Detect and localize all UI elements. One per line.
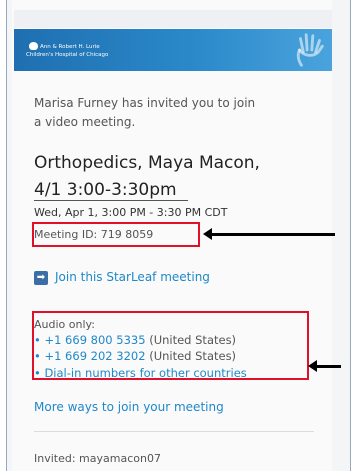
meeting-id-highlight bbox=[32, 222, 200, 247]
invite-text-line2: a video meeting. bbox=[34, 115, 136, 129]
meeting-title-line1: Orthopedics, Maya Macon, bbox=[34, 153, 260, 173]
invite-text-line1: Marisa Furney has invited you to join bbox=[34, 96, 256, 110]
hospital-banner: Ann & Robert H. Lurie Children's Hospita… bbox=[14, 29, 332, 71]
audio-only-highlight bbox=[32, 311, 309, 380]
meeting-title-line2: 4/1 3:00-3:30pm bbox=[34, 180, 177, 200]
audio-only-arrow bbox=[308, 360, 341, 372]
logo-text-line2: Children's Hospital of Chicago bbox=[26, 52, 109, 58]
join-meeting-link[interactable]: Join this StarLeaf meeting bbox=[55, 270, 210, 284]
divider bbox=[34, 431, 314, 432]
arrow-right-icon: ➡ bbox=[34, 271, 48, 285]
invited-user: Invited: mayamacon07 bbox=[34, 452, 161, 465]
meeting-datetime: Wed, Apr 1, 3:00 PM - 3:30 PM CDT bbox=[34, 206, 228, 219]
logo-text-line1: Ann & Robert H. Lurie bbox=[40, 44, 100, 50]
more-ways-link[interactable]: More ways to join your meeting bbox=[34, 400, 224, 414]
hospital-logo-icon bbox=[29, 42, 38, 50]
hand-icon bbox=[296, 33, 324, 67]
meeting-id-arrow bbox=[203, 228, 335, 240]
title-underline bbox=[34, 200, 188, 201]
top-band bbox=[14, 10, 332, 28]
